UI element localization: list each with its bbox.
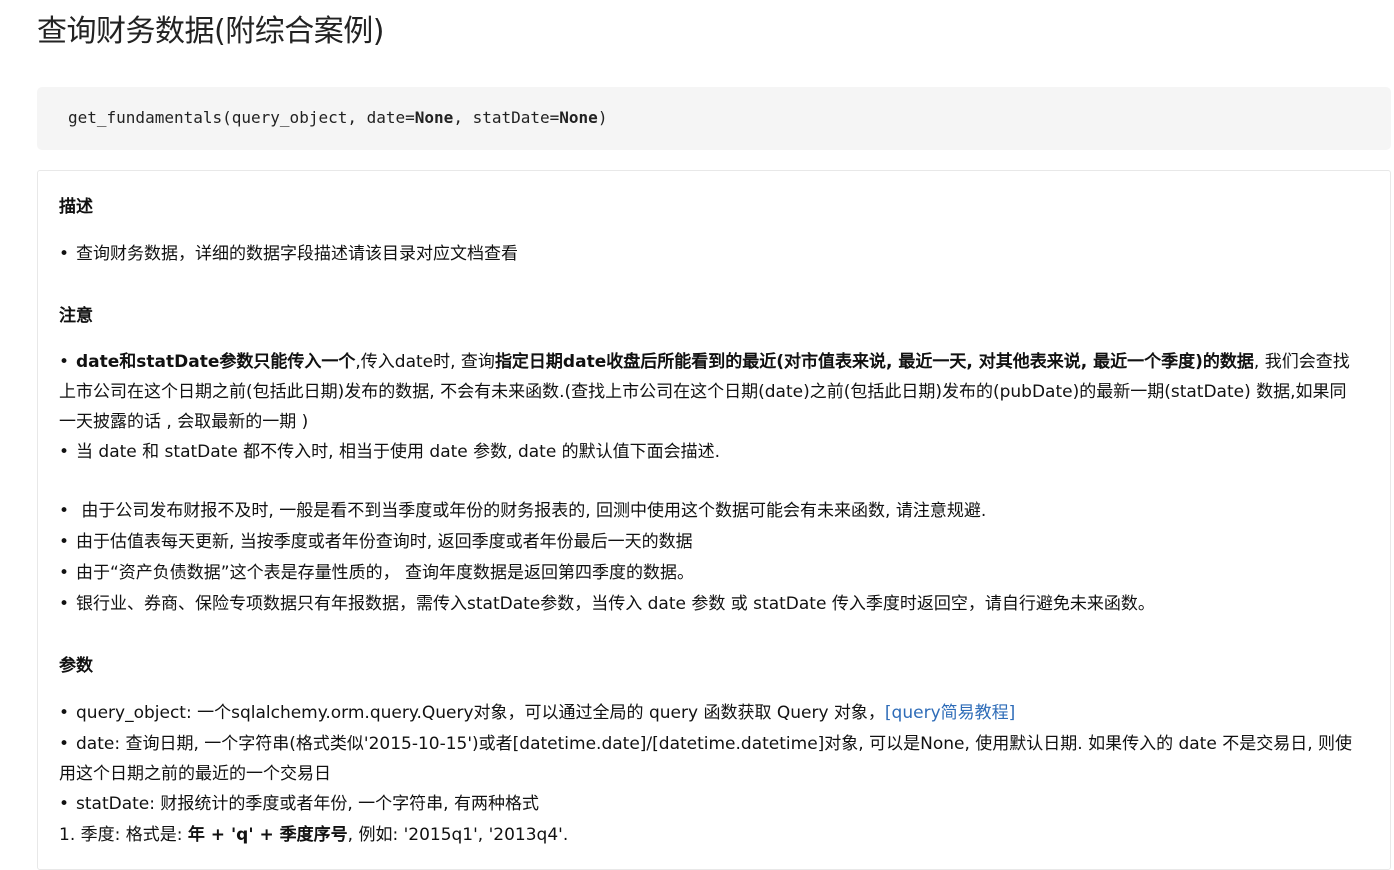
list-item: • 由于公司发布财报不及时, 一般是看不到当季度或年份的财务报表的, 回测中使用… [59,496,1359,526]
list-item: • 查询财务数据，详细的数据字段描述请该目录对应文档查看 [59,239,1359,269]
bullet-icon: • [59,594,70,614]
list-item: • statDate: 财报统计的季度或者年份, 一个字符串, 有两种格式 [59,789,1359,819]
section-heading-notice: 注意 [59,306,93,326]
bullet-icon: • [59,703,70,723]
bullet-icon: • [59,532,70,552]
list-item-text: ,传入date时, 查询 [355,352,495,372]
code-keyword-none: None [559,108,598,127]
function-signature: get_fundamentals(query_object, date=None… [68,108,607,127]
bullet-icon: • [59,734,70,754]
bullet-icon: • [59,244,70,264]
list-item: • 由于“资产负债数据”这个表是存量性质的， 查询年度数据是返回第四季度的数据。 [59,558,1359,588]
bullet-icon: • [59,352,70,372]
list-item-text: 银行业、券商、保险专项数据只有年报数据，需传入statDate参数，当传入 da… [76,594,1155,614]
doc-panel: 描述 • 查询财务数据，详细的数据字段描述请该目录对应文档查看 注意 • date和… [37,170,1391,870]
list-item-text: date: 查询日期, 一个字符串(格式类似'2015-10-15')或者[da… [59,734,1353,784]
list-item: • date: 查询日期, 一个字符串(格式类似'2015-10-15')或者[d… [59,729,1359,789]
query-tutorial-link[interactable]: [query简易教程] [885,703,1015,723]
list-item: 1. 季度: 格式是: 年 + 'q' + 季度序号, 例如: '2015q1'… [59,820,1359,850]
code-suffix: ) [597,108,608,127]
list-item-text: 1. 季度: 格式是: [59,825,188,845]
bullet-icon: • [59,442,70,462]
bullet-icon: • [59,563,70,583]
section-heading-description: 描述 [59,197,93,217]
bold-text: 指定日期date收盘后所能看到的最近(对市值表来说, 最近一天, 对其他表来说,… [494,352,1254,372]
list-item: • 银行业、券商、保险专项数据只有年报数据，需传入statDate参数，当传入 d… [59,589,1359,619]
list-item-text: 当 date 和 statDate 都不传入时, 相当于使用 date 参数, … [76,442,721,462]
bullet-icon: • [59,794,70,814]
list-item-text: 由于“资产负债数据”这个表是存量性质的， 查询年度数据是返回第四季度的数据。 [76,563,695,583]
code-middle: , statDate= [453,108,560,127]
bullet-icon: • [59,501,70,521]
list-item: • query_object: 一个sqlalchemy.orm.query.Qu… [59,698,1359,728]
list-item: • 当 date 和 statDate 都不传入时, 相当于使用 date 参数,… [59,437,1359,467]
page-title: 查询财务数据(附综合案例) [37,14,384,49]
code-keyword-none: None [414,108,454,127]
section-heading-params: 参数 [59,656,93,676]
list-item: • date和statDate参数只能传入一个,传入date时, 查询指定日期da… [59,347,1359,437]
bold-text: date和statDate参数只能传入一个 [76,352,356,372]
bold-text: 年 + 'q' + 季度序号 [187,825,348,845]
list-item-text: statDate: 财报统计的季度或者年份, 一个字符串, 有两种格式 [76,794,539,814]
list-item-text: , 例如: '2015q1', '2013q4'. [347,825,569,845]
list-item-text: query_object: 一个sqlalchemy.orm.query.Que… [76,703,885,723]
list-item-text: 由于公司发布财报不及时, 一般是看不到当季度或年份的财务报表的, 回测中使用这个… [76,501,987,521]
code-block: get_fundamentals(query_object, date=None… [37,87,1391,150]
code-prefix: get_fundamentals(query_object, date= [68,108,415,127]
list-item: • 由于估值表每天更新, 当按季度或者年份查询时, 返回季度或者年份最后一天的数据 [59,527,1359,557]
list-item-text: 由于估值表每天更新, 当按季度或者年份查询时, 返回季度或者年份最后一天的数据 [76,532,693,552]
list-item-text: 查询财务数据，详细的数据字段描述请该目录对应文档查看 [76,244,518,264]
